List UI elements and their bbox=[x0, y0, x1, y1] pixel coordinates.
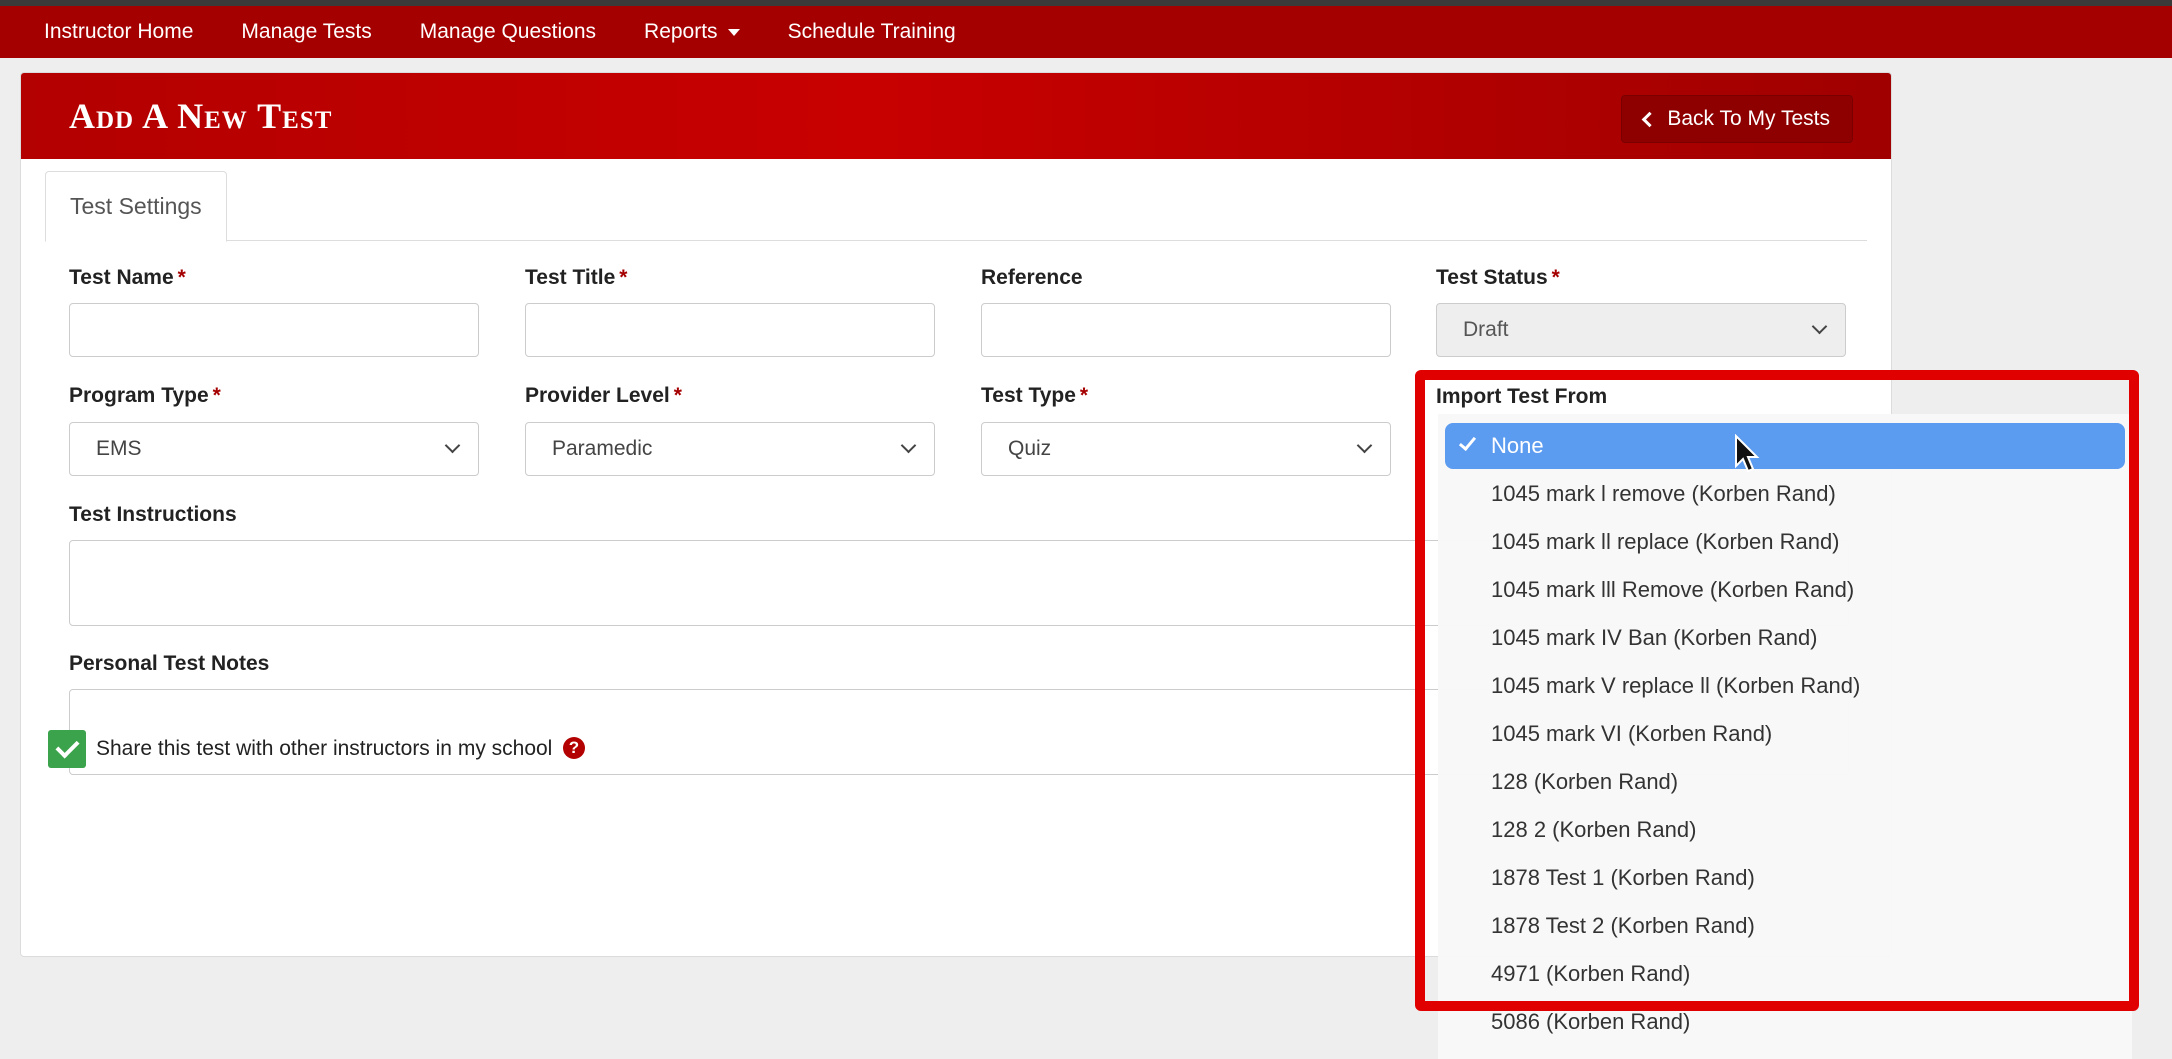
provider-level-label: Provider Level * bbox=[525, 384, 682, 407]
test-type-label: Test Type * bbox=[981, 384, 1089, 407]
nav-label: Manage Questions bbox=[419, 20, 597, 43]
nav-label: Manage Tests bbox=[241, 20, 372, 43]
import-option[interactable]: 5086 (Korben Rand) bbox=[1445, 999, 2125, 1045]
test-status-label: Test Status * bbox=[1436, 266, 1560, 289]
share-checkbox[interactable] bbox=[48, 730, 86, 768]
panel-header: Add A New Test Back To My Tests bbox=[21, 73, 1891, 159]
import-option[interactable]: 4971 (Korben Rand) bbox=[1445, 951, 2125, 997]
test-title-input[interactable] bbox=[525, 303, 935, 357]
nav-label: Instructor Home bbox=[44, 20, 194, 43]
import-option[interactable]: 1878 Test 2 (Korben Rand) bbox=[1445, 903, 2125, 949]
reference-label: Reference bbox=[981, 266, 1083, 289]
nav-instructor-home[interactable]: Instructor Home bbox=[44, 20, 193, 44]
back-to-my-tests-button[interactable]: Back To My Tests bbox=[1621, 95, 1853, 143]
import-option-selected[interactable]: None bbox=[1445, 423, 2125, 469]
nav-schedule-training[interactable]: Schedule Training bbox=[788, 20, 956, 44]
share-label: Share this test with other instructors i… bbox=[96, 737, 553, 760]
program-type-value: EMS bbox=[96, 437, 142, 460]
nav-label: Schedule Training bbox=[787, 20, 956, 43]
personal-notes-label: Personal Test Notes bbox=[69, 652, 270, 675]
import-option[interactable]: 1045 mark IV Ban (Korben Rand) bbox=[1445, 615, 2125, 661]
program-type-select[interactable]: EMS bbox=[69, 422, 479, 476]
tab-bar: Test Settings bbox=[45, 171, 1867, 242]
reference-input[interactable] bbox=[981, 303, 1391, 357]
chevron-down-icon bbox=[1811, 318, 1828, 335]
import-option[interactable]: 1045 mark VI (Korben Rand) bbox=[1445, 711, 2125, 757]
program-type-label: Program Type * bbox=[69, 384, 221, 407]
test-instructions-label: Test Instructions bbox=[69, 503, 237, 526]
import-option[interactable]: 1878 Test 1 (Korben Rand) bbox=[1445, 855, 2125, 901]
tab-label: Test Settings bbox=[70, 193, 202, 219]
import-option[interactable]: 128 2 (Korben Rand) bbox=[1445, 807, 2125, 853]
nav-manage-tests[interactable]: Manage Tests bbox=[241, 20, 371, 44]
test-name-label: Test Name * bbox=[69, 266, 186, 289]
back-button-label: Back To My Tests bbox=[1667, 107, 1830, 130]
import-test-from-label: Import Test From bbox=[1436, 385, 1608, 408]
import-option[interactable]: 1045 mark V replace ll (Korben Rand) bbox=[1445, 663, 2125, 709]
test-status-select[interactable]: Draft bbox=[1436, 303, 1846, 357]
nav-reports[interactable]: Reports bbox=[644, 20, 740, 44]
check-icon bbox=[1458, 432, 1477, 452]
page-title: Add A New Test bbox=[69, 96, 333, 136]
nav-manage-questions[interactable]: Manage Questions bbox=[420, 20, 596, 44]
tab-test-settings[interactable]: Test Settings bbox=[45, 171, 227, 242]
chevron-down-icon bbox=[1356, 437, 1373, 454]
help-icon[interactable]: ? bbox=[563, 737, 585, 759]
test-title-label: Test Title * bbox=[525, 266, 628, 289]
test-type-value: Quiz bbox=[1008, 437, 1052, 460]
chevron-left-icon bbox=[1642, 111, 1658, 128]
mouse-cursor-icon bbox=[1735, 434, 1760, 473]
test-status-value: Draft bbox=[1463, 318, 1509, 341]
chevron-down-icon bbox=[444, 437, 461, 454]
provider-level-select[interactable]: Paramedic bbox=[525, 422, 935, 476]
nav-label: Reports bbox=[644, 20, 718, 43]
import-test-dropdown: None 1045 mark l remove (Korben Rand) 10… bbox=[1438, 414, 2132, 1059]
test-name-input[interactable] bbox=[69, 303, 479, 357]
main-navbar: Instructor Home Manage Tests Manage Ques… bbox=[0, 6, 2172, 58]
import-option[interactable]: 1045 mark ll replace (Korben Rand) bbox=[1445, 519, 2125, 565]
import-option[interactable]: 1045 mark l remove (Korben Rand) bbox=[1445, 471, 2125, 517]
import-option[interactable]: 1045 mark lll Remove (Korben Rand) bbox=[1445, 567, 2125, 613]
import-option[interactable]: 128 (Korben Rand) bbox=[1445, 759, 2125, 805]
provider-level-value: Paramedic bbox=[552, 437, 653, 460]
caret-down-icon bbox=[727, 28, 740, 36]
test-type-select[interactable]: Quiz bbox=[981, 422, 1391, 476]
chevron-down-icon bbox=[900, 437, 917, 454]
